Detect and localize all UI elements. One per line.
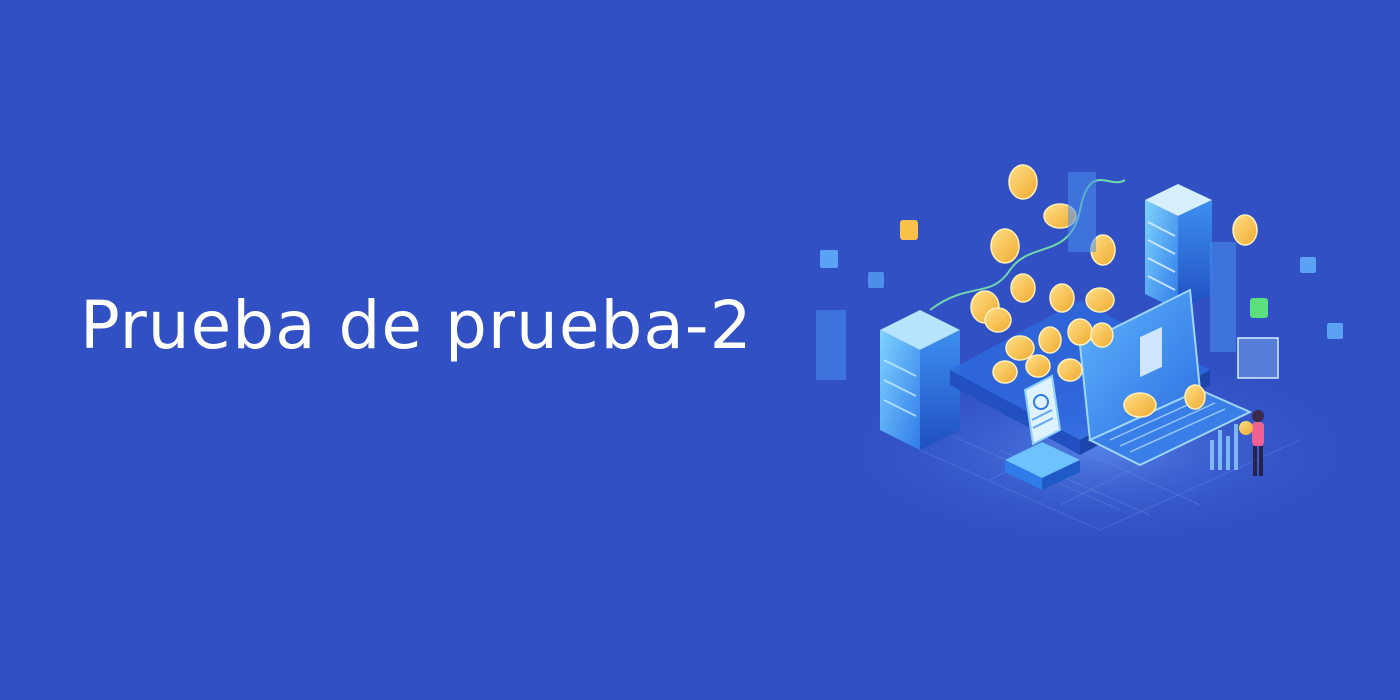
- banner-title: Prueba de prueba-2: [80, 287, 753, 364]
- server-tower-left: [880, 310, 960, 450]
- finance-illustration: [816, 164, 1370, 550]
- server-tower-right: [1145, 184, 1212, 310]
- banner: Prueba de prueba-2: [0, 0, 1400, 700]
